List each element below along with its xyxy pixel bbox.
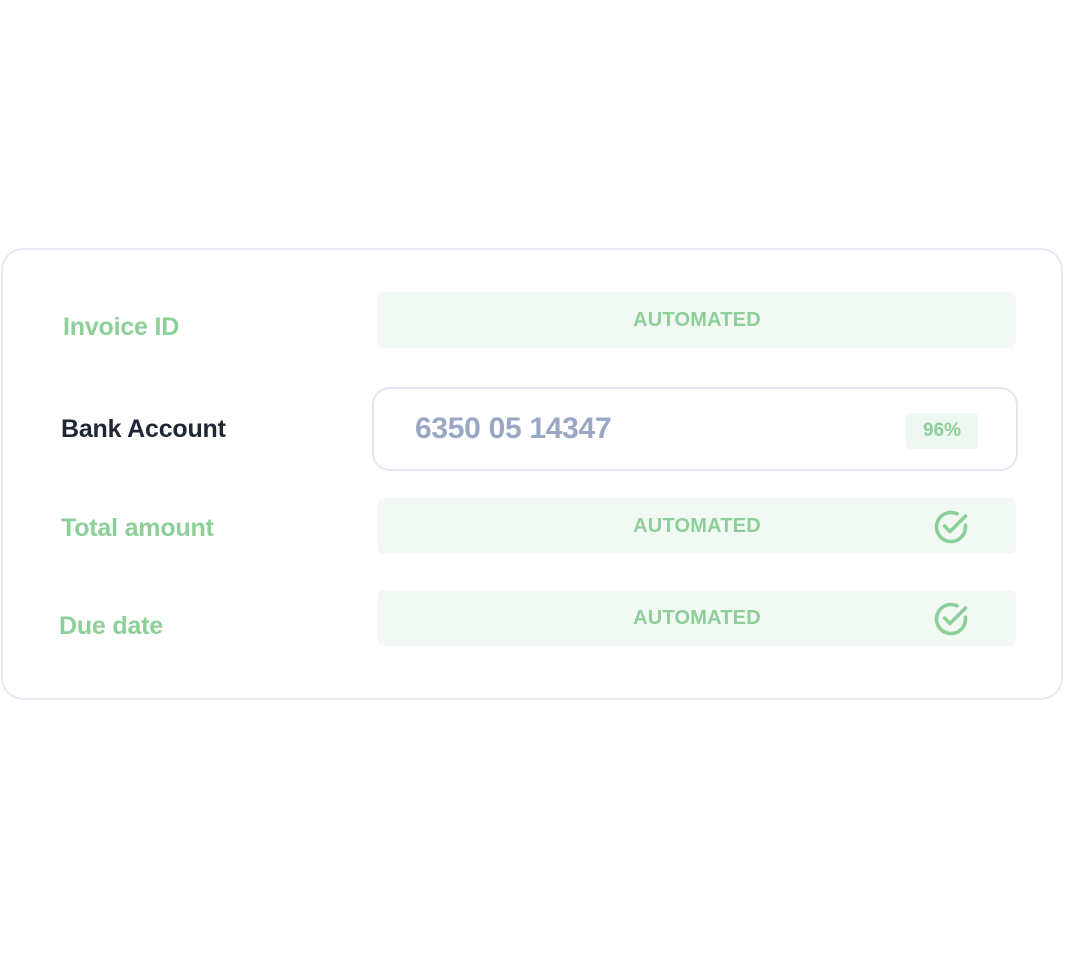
- due-date-label: Due date: [59, 612, 163, 640]
- invoice-id-label: Invoice ID: [63, 313, 180, 341]
- invoice-id-field[interactable]: AUTOMATED: [378, 292, 1016, 348]
- due-date-field[interactable]: AUTOMATED: [378, 590, 1016, 646]
- confidence-badge: 96%: [906, 413, 978, 449]
- bank-account-input[interactable]: 6350 05 14347 96%: [372, 387, 1018, 471]
- check-circle-icon: [934, 510, 968, 544]
- invoice-id-status: AUTOMATED: [633, 308, 761, 331]
- extraction-card: Invoice ID AUTOMATED Bank Account 6350 0…: [1, 248, 1063, 700]
- total-amount-status: AUTOMATED: [633, 514, 761, 537]
- due-date-status: AUTOMATED: [633, 606, 761, 629]
- check-circle-icon: [934, 602, 968, 636]
- total-amount-label: Total amount: [61, 514, 214, 542]
- bank-account-label: Bank Account: [61, 415, 226, 443]
- total-amount-field[interactable]: AUTOMATED: [378, 498, 1016, 554]
- bank-account-value: 6350 05 14347: [415, 412, 612, 445]
